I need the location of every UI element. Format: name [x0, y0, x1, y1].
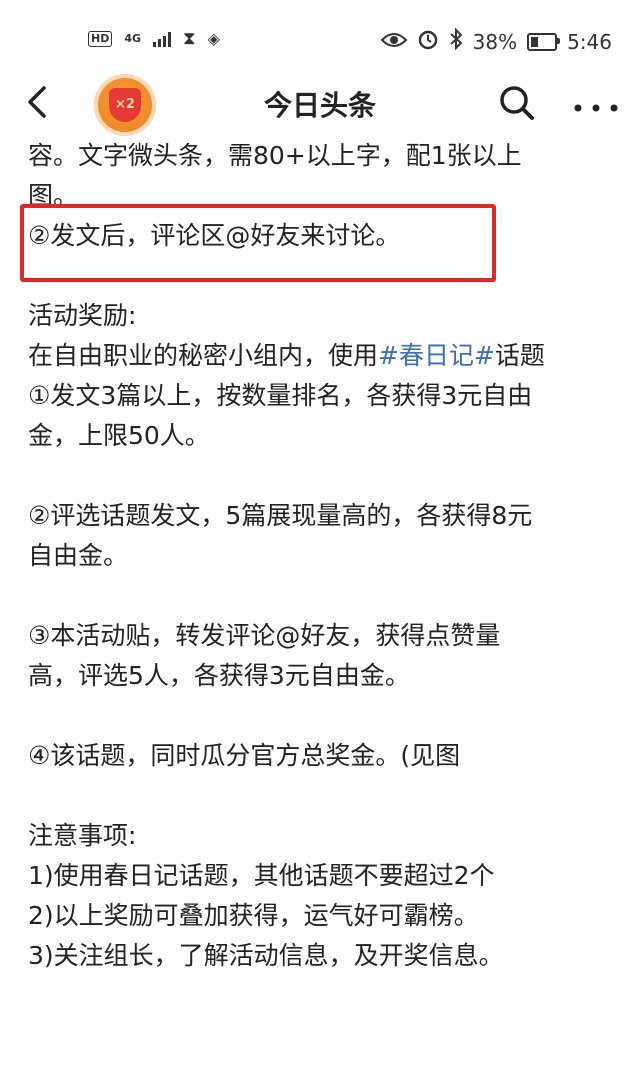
text-line: 容。文字微头条，需80+以上字，配1张以上 [28, 141, 522, 170]
hourglass-icon: ⧗ [183, 28, 196, 49]
clock-time: 5:46 [567, 29, 612, 54]
search-icon [500, 86, 534, 120]
text-line: 高，评选5人，各获得3元自由金。 [28, 661, 410, 690]
page-title: 今日头条 [263, 89, 376, 122]
text-line: ①发文3篇以上，按数量排名，各获得3元自由 [28, 381, 533, 410]
more-button[interactable] [572, 98, 620, 112]
signal-icon [153, 31, 172, 47]
section-heading: 活动奖励: [28, 301, 137, 330]
battery-text: 38% [472, 29, 518, 54]
bluetooth-icon [449, 27, 463, 55]
eye-icon [380, 30, 408, 54]
text-line: 自由金。 [28, 541, 129, 570]
hd-icon: HD [88, 30, 113, 47]
text-segment: 话题 [494, 341, 545, 370]
text-line: 3)关注组长，了解活动信息，及开奖信息。 [28, 941, 504, 970]
section-heading: 注意事项: [28, 821, 137, 850]
text-line: ②评选话题发文，5篇展现量高的，各获得8元 [28, 501, 533, 530]
text-line: ③本活动贴，转发评论@好友，获得点赞量 [28, 621, 501, 650]
nfc-icon: ◈ [207, 29, 220, 48]
text-segment: 在自由职业的秘密小组内，使用 [28, 341, 379, 370]
text-line: 金，上限50人。 [28, 421, 210, 450]
network-label: 4G [124, 32, 142, 45]
alarm-icon [417, 28, 439, 55]
status-bar: HD 4G ⧗ ◈ 38% 5:46 [0, 0, 640, 70]
more-icon [574, 104, 618, 112]
hashtag-link[interactable]: #春日记# [378, 341, 495, 370]
search-button[interactable] [498, 84, 536, 122]
battery-icon [527, 32, 561, 51]
text-line: 在自由职业的秘密小组内，使用#春日记#话题 [28, 336, 618, 376]
text-line: ④该话题，同时瓜分官方总奖金。(见图 [28, 741, 461, 770]
text-line: 2)以上奖励可叠加获得，运气好可霸榜。 [28, 901, 479, 930]
nav-bar: ×2 今日头条 [0, 70, 640, 136]
status-right: 38% 5:46 [380, 27, 612, 55]
text-line: 1)使用春日记话题，其他话题不要超过2个 [28, 861, 495, 890]
highlight-box [20, 204, 496, 282]
status-left: HD 4G ⧗ ◈ [88, 28, 220, 49]
